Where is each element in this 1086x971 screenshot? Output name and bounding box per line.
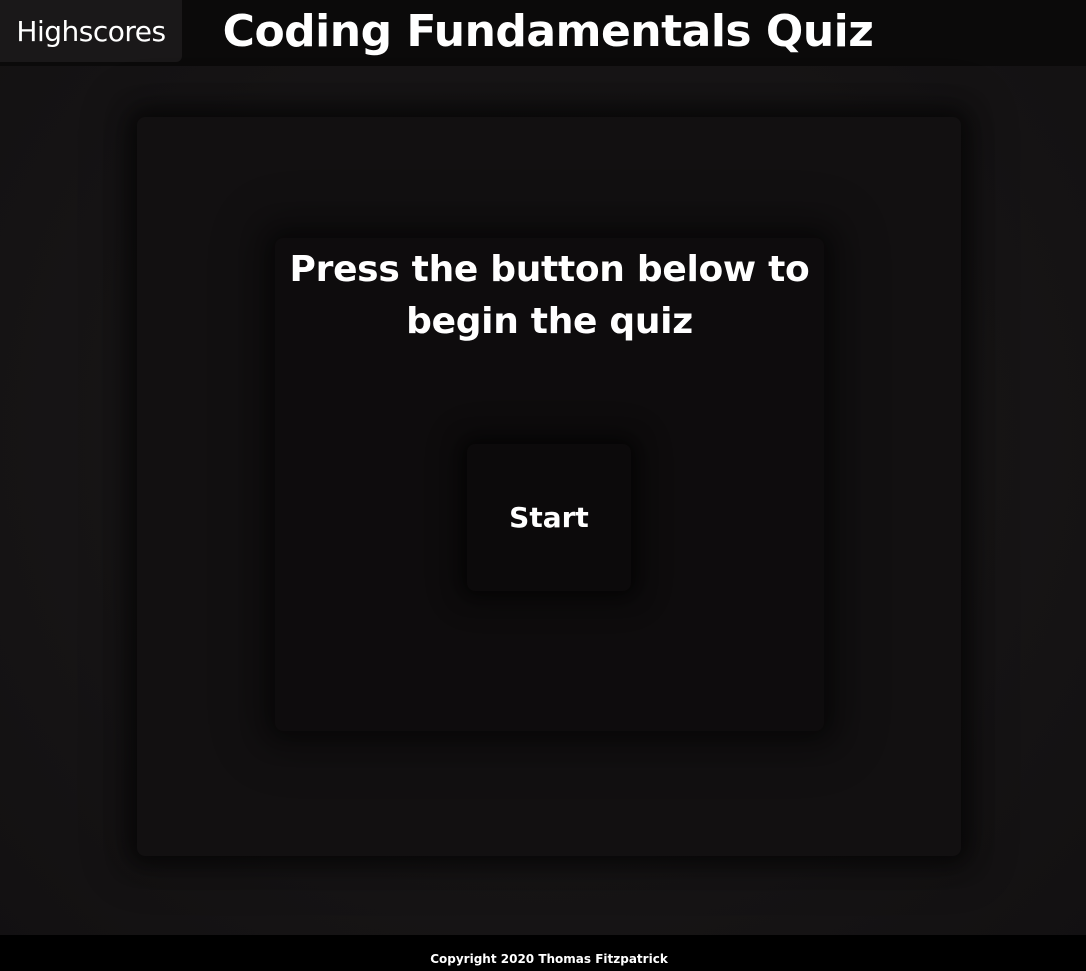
- page: Highscores Coding Fundamentals Quiz Pres…: [0, 0, 1086, 971]
- header-bar: Highscores Coding Fundamentals Quiz: [0, 0, 1086, 66]
- page-title: Coding Fundamentals Quiz: [222, 5, 874, 57]
- start-prompt: Press the button below to begin the quiz: [289, 249, 810, 342]
- start-button[interactable]: Start: [467, 444, 631, 591]
- highscores-button[interactable]: Highscores: [0, 0, 182, 62]
- copyright-text: Copyright 2020 Thomas Fitzpatrick: [430, 952, 668, 966]
- footer: Copyright 2020 Thomas Fitzpatrick: [0, 935, 1086, 971]
